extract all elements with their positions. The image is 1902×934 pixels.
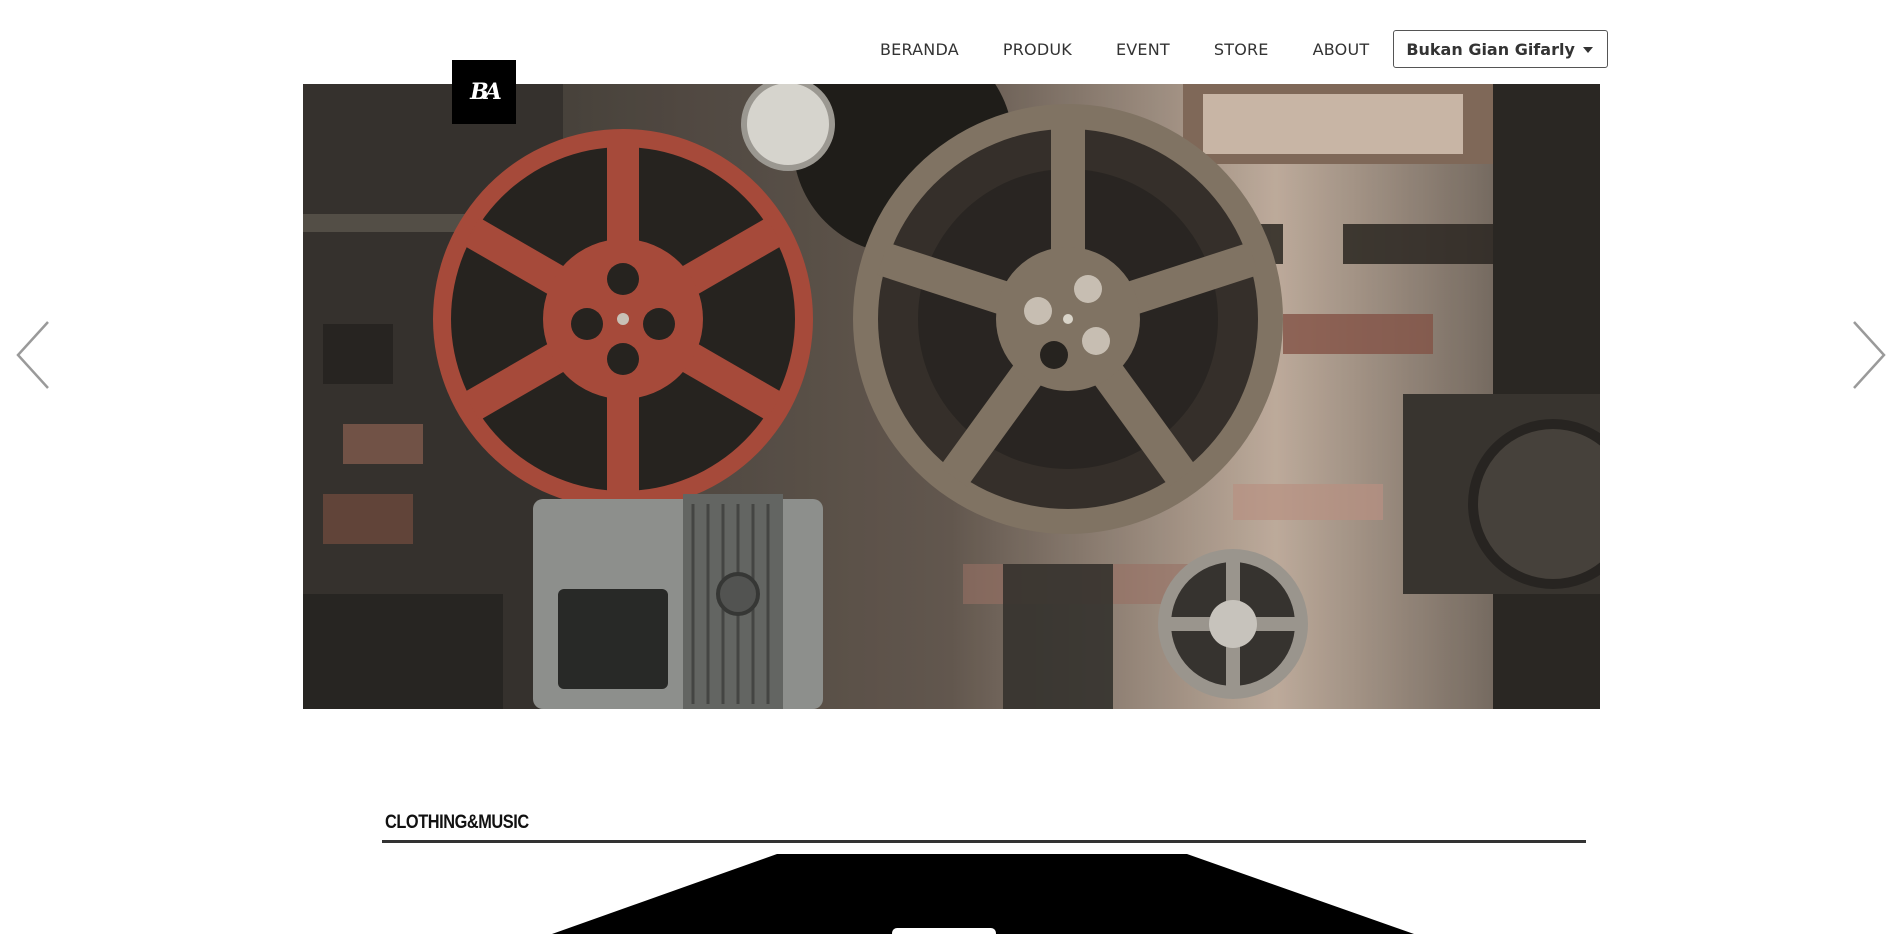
nav-link-produk[interactable]: PRODUK xyxy=(1003,40,1072,59)
nav-link-store[interactable]: STORE xyxy=(1214,40,1269,59)
caret-down-icon xyxy=(1582,47,1593,53)
chevron-left-icon xyxy=(16,321,49,389)
brand-logo[interactable]: BA xyxy=(452,60,516,124)
hero-carousel-image xyxy=(303,84,1600,709)
page: BERANDA PRODUK EVENT STORE ABOUT Bukan G… xyxy=(0,0,1902,934)
user-dropdown-button[interactable]: Bukan Gian Gifarly xyxy=(1393,30,1608,68)
product-image-tshirt[interactable] xyxy=(552,854,1414,934)
top-navigation: BERANDA PRODUK EVENT STORE ABOUT Bukan G… xyxy=(880,30,1608,68)
carousel-prev-button[interactable] xyxy=(12,318,56,392)
nav-link-beranda[interactable]: BERANDA xyxy=(880,40,959,59)
section-title: CLOTHING&MUSIC xyxy=(385,812,529,833)
logo-mark: BA xyxy=(470,79,502,105)
chevron-right-icon xyxy=(1853,321,1886,389)
user-name: Bukan Gian Gifarly xyxy=(1406,39,1575,59)
nav-link-about[interactable]: ABOUT xyxy=(1313,40,1370,59)
carousel-next-button[interactable] xyxy=(1846,318,1890,392)
nav-link-event[interactable]: EVENT xyxy=(1116,40,1170,59)
film-reels-illustration xyxy=(303,84,1600,709)
section-divider xyxy=(382,840,1586,843)
